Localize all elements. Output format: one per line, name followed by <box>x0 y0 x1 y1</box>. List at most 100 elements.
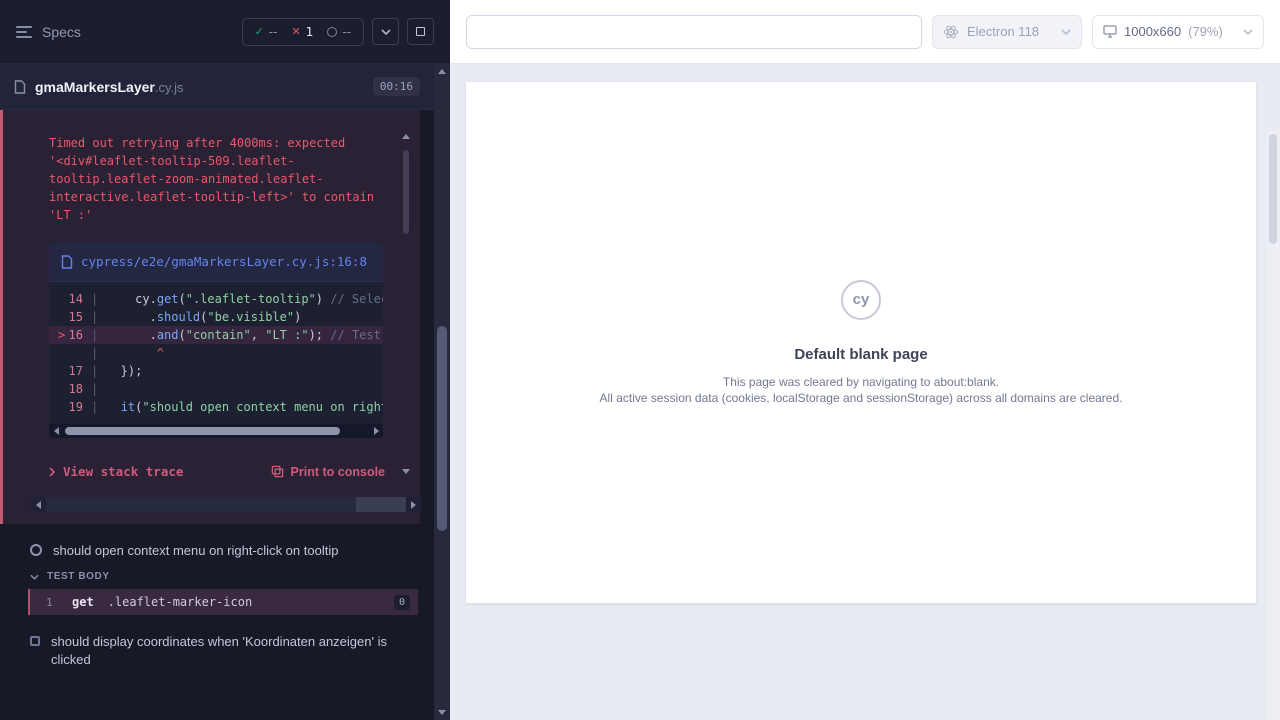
failed-test-error-panel: Timed out retrying after 4000ms: expecte… <box>0 110 420 524</box>
specs-label: Specs <box>42 24 81 40</box>
scroll-track[interactable] <box>46 497 406 512</box>
code-frame-location-link[interactable]: cypress/e2e/gmaMarkersLayer.cy.js:16:8 <box>81 252 367 271</box>
viewport-zoom: (79%) <box>1188 24 1223 39</box>
error-panel-horizontal-scrollbar[interactable] <box>31 497 421 512</box>
code-line: >16| .and("contain", "LT :"); // Test <box>49 326 383 344</box>
viewport-monitor-icon <box>1103 25 1117 38</box>
test-title: should open context menu on right-click … <box>53 542 338 560</box>
code-line: 17| }); <box>49 362 383 380</box>
code-horizontal-scrollbar[interactable] <box>49 424 383 438</box>
browser-selector[interactable]: Electron 118 <box>932 15 1082 49</box>
stop-icon <box>416 27 425 36</box>
scroll-thumb[interactable] <box>437 326 447 531</box>
test-body-label: TEST BODY <box>47 571 110 582</box>
aut-canvas: cy Default blank page This page was clea… <box>450 64 1280 720</box>
command-count-badge: 0 <box>394 595 410 610</box>
scroll-thumb[interactable] <box>65 427 340 435</box>
viewport-selector[interactable]: 1000x660 (79%) <box>1092 15 1264 49</box>
test-stats: ✓ -- ✕ 1 -- <box>242 18 364 46</box>
reporter-vertical-scrollbar[interactable] <box>434 64 450 720</box>
stat-failed-count: 1 <box>306 25 314 39</box>
check-icon: ✓ <box>255 25 264 38</box>
test-item-pending[interactable]: should display coordinates when 'Koordin… <box>0 633 434 669</box>
blank-page-message-1: This page was cleared by navigating to a… <box>723 374 999 390</box>
browser-label: Electron 118 <box>967 24 1039 39</box>
command-log-entry[interactable]: 1 get .leaflet-marker-icon 0 <box>28 589 418 615</box>
aut-main-area: Electron 118 1000x660 (79%) cy Default b… <box>450 0 1280 720</box>
collapse-all-button[interactable] <box>372 18 399 45</box>
scroll-track[interactable] <box>63 424 369 438</box>
view-stack-trace-label: View stack trace <box>63 464 183 479</box>
error-panel-vertical-scrollbar[interactable] <box>400 132 412 476</box>
code-line: 14| cy.get(".leaflet-tooltip") // Select <box>49 290 383 308</box>
code-frame: cypress/e2e/gmaMarkersLayer.cy.js:16:8 1… <box>49 242 383 438</box>
print-to-console-label: Print to console <box>291 465 385 479</box>
error-controls: View stack trace Print to console <box>49 464 385 479</box>
chevron-down-icon <box>30 574 39 580</box>
stat-failed: ✕ 1 <box>291 25 313 39</box>
running-spinner-icon <box>30 544 42 556</box>
main-vertical-scrollbar[interactable] <box>1266 128 1280 720</box>
spec-duration-badge: 00:16 <box>373 77 420 96</box>
aut-blank-page: cy Default blank page This page was clea… <box>466 82 1256 603</box>
spec-ext: .cy.js <box>155 80 184 95</box>
chevron-right-icon <box>49 467 55 477</box>
specs-nav-button[interactable]: Specs <box>16 24 81 40</box>
scroll-right-arrow[interactable] <box>406 497 421 512</box>
spec-name-text: gmaMarkersLayer <box>35 79 155 95</box>
chevron-down-icon <box>1061 29 1071 35</box>
test-item-running[interactable]: should open context menu on right-click … <box>0 542 434 560</box>
chevron-down-icon <box>381 29 391 35</box>
spec-name: gmaMarkersLayer.cy.js <box>35 79 184 95</box>
scroll-thumb[interactable] <box>403 150 409 234</box>
scroll-up-arrow[interactable] <box>402 134 410 139</box>
url-input[interactable] <box>466 15 922 49</box>
viewport-size: 1000x660 <box>1124 24 1181 39</box>
test-title: should display coordinates when 'Koordin… <box>51 633 408 669</box>
code-frame-header: cypress/e2e/gmaMarkersLayer.cy.js:16:8 <box>49 242 383 282</box>
spec-header: gmaMarkersLayer.cy.js 00:16 <box>0 64 434 110</box>
command-number: 1 <box>46 596 60 609</box>
aut-header: Electron 118 1000x660 (79%) <box>450 0 1280 64</box>
scroll-thumb[interactable] <box>1269 134 1277 244</box>
scroll-left-arrow[interactable] <box>31 497 46 512</box>
scroll-thumb[interactable] <box>46 497 356 512</box>
command-message: .leaflet-marker-icon <box>108 595 253 609</box>
error-message: Timed out retrying after 4000ms: expecte… <box>49 134 386 224</box>
electron-browser-icon <box>943 24 959 40</box>
cypress-logo: cy <box>841 280 881 320</box>
code-line: 18| <box>49 380 383 398</box>
stat-pending: -- <box>327 25 351 39</box>
scroll-down-arrow[interactable] <box>402 469 410 474</box>
blank-page-title: Default blank page <box>794 346 927 363</box>
stop-tests-button[interactable] <box>407 18 434 45</box>
code-line: | ^ <box>49 344 383 362</box>
stat-pending-count: -- <box>342 25 351 39</box>
print-to-console-button[interactable]: Print to console <box>271 465 385 479</box>
view-stack-trace-link[interactable]: View stack trace <box>49 464 183 479</box>
scroll-left-arrow[interactable] <box>49 424 63 438</box>
scroll-up-arrow[interactable] <box>438 69 446 74</box>
reporter-content: gmaMarkersLayer.cy.js 00:16 Timed out re… <box>0 64 434 669</box>
chevron-down-icon <box>1243 29 1253 35</box>
pending-square-icon <box>30 636 40 646</box>
reporter-sidebar: Specs ✓ -- ✕ 1 -- <box>0 0 450 720</box>
code-file-icon <box>61 255 73 269</box>
stat-passed: ✓ -- <box>255 25 278 39</box>
test-body-toggle[interactable]: TEST BODY <box>0 571 434 582</box>
pending-icon <box>327 27 337 37</box>
scroll-down-arrow[interactable] <box>438 710 446 715</box>
scroll-right-arrow[interactable] <box>369 424 383 438</box>
cypress-runner: Specs ✓ -- ✕ 1 -- <box>0 0 1280 720</box>
stat-passed-count: -- <box>269 25 278 39</box>
print-icon <box>271 465 284 478</box>
blank-page-message-2: All active session data (cookies, localS… <box>600 390 1123 406</box>
code-line: 19| it("should open context menu on righ… <box>49 398 383 416</box>
code-line: 15| .should("be.visible") <box>49 308 383 326</box>
code-frame-lines: 14| cy.get(".leaflet-tooltip") // Select… <box>49 282 383 424</box>
reporter-topbar: Specs ✓ -- ✕ 1 -- <box>0 0 450 64</box>
command-name: get <box>72 595 94 609</box>
specs-menu-icon <box>16 25 32 39</box>
fail-icon: ✕ <box>291 25 300 38</box>
spec-file-icon <box>14 80 26 94</box>
